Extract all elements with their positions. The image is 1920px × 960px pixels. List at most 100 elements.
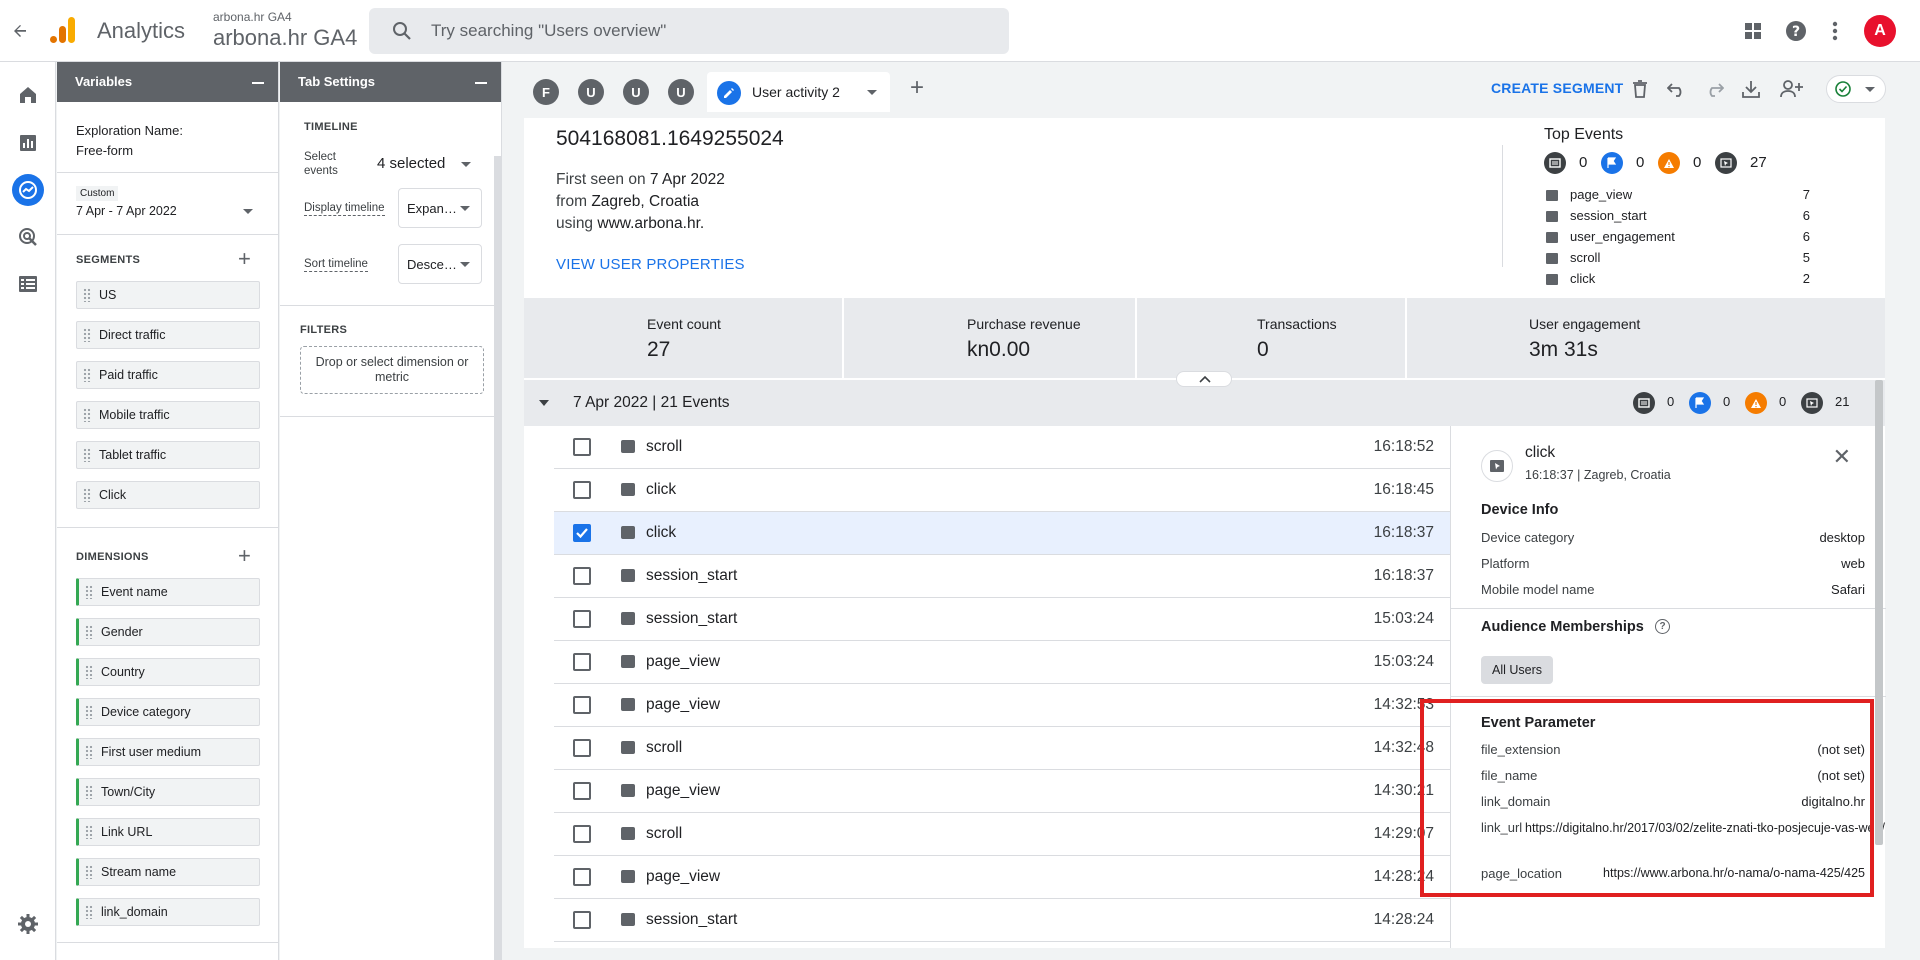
- property-name[interactable]: arbona.hr GA4: [213, 25, 357, 51]
- more-vert-icon[interactable]: [1822, 18, 1848, 44]
- details-scrollbar[interactable]: [1875, 380, 1883, 845]
- back-arrow-icon[interactable]: [6, 17, 34, 45]
- select-events-caret-icon[interactable]: [461, 162, 471, 167]
- search-input[interactable]: [431, 8, 991, 54]
- event-row[interactable]: scroll 14:29:07: [554, 813, 1450, 856]
- close-icon[interactable]: ✕: [1833, 446, 1851, 468]
- drag-handle-icon[interactable]: [85, 585, 93, 599]
- dimension-chip[interactable]: First user medium: [76, 738, 260, 766]
- tab-free-form[interactable]: F: [533, 79, 559, 105]
- event-checkbox[interactable]: [573, 739, 591, 757]
- apps-grid-icon[interactable]: [1740, 18, 1766, 44]
- add-dimension-icon[interactable]: +: [238, 545, 251, 567]
- event-row[interactable]: scroll 14:32:48: [554, 727, 1450, 770]
- dimension-chip[interactable]: Gender: [76, 618, 260, 646]
- add-segment-icon[interactable]: +: [238, 248, 251, 270]
- download-icon[interactable]: [1739, 77, 1763, 101]
- tab-user-activity-2[interactable]: User activity 2: [707, 72, 890, 112]
- dimension-chip[interactable]: link_domain: [76, 898, 260, 926]
- event-row[interactable]: page_view 14:28:24: [554, 856, 1450, 899]
- drag-handle-icon[interactable]: [83, 488, 91, 502]
- minimize-icon[interactable]: [252, 82, 264, 84]
- status-caret-icon[interactable]: [1865, 87, 1875, 92]
- event-checkbox[interactable]: [573, 438, 591, 456]
- advertising-icon[interactable]: [12, 221, 44, 253]
- settings-gear-icon[interactable]: [12, 908, 44, 940]
- drag-handle-icon[interactable]: [85, 705, 93, 719]
- event-checkbox[interactable]: [573, 610, 591, 628]
- reports-icon[interactable]: [12, 127, 44, 159]
- view-user-properties-link[interactable]: VIEW USER PROPERTIES: [556, 256, 745, 273]
- edit-pencil-icon[interactable]: [717, 81, 741, 105]
- drag-handle-icon[interactable]: [85, 825, 93, 839]
- tab-user-activity[interactable]: U: [578, 79, 604, 105]
- undo-icon[interactable]: [1665, 77, 1689, 101]
- collapse-summary-button[interactable]: [1176, 371, 1232, 387]
- home-icon[interactable]: [12, 79, 44, 111]
- event-row[interactable]: page_view 14:32:53: [554, 684, 1450, 727]
- search-box[interactable]: [369, 8, 1009, 54]
- add-tab-icon[interactable]: +: [902, 73, 932, 103]
- event-checkbox[interactable]: [573, 911, 591, 929]
- event-row[interactable]: session_start 14:28:24: [554, 899, 1450, 942]
- drag-handle-icon[interactable]: [83, 328, 91, 342]
- event-checkbox-checked[interactable]: [573, 524, 591, 542]
- dimension-chip[interactable]: Town/City: [76, 778, 260, 806]
- panel-scrollbar[interactable]: [494, 156, 502, 960]
- minimize-icon[interactable]: [475, 82, 487, 84]
- tab-user-activity[interactable]: U: [623, 79, 649, 105]
- date-range[interactable]: 7 Apr - 7 Apr 2022: [76, 204, 177, 218]
- property-account[interactable]: arbona.hr GA4: [213, 10, 292, 24]
- drag-handle-icon[interactable]: [85, 905, 93, 919]
- sort-timeline-caret-icon[interactable]: [460, 262, 470, 267]
- event-row[interactable]: click 16:18:45: [554, 469, 1450, 512]
- event-checkbox[interactable]: [573, 481, 591, 499]
- collapse-triangle-icon[interactable]: [539, 400, 549, 406]
- help-icon[interactable]: ?: [1655, 619, 1670, 634]
- segment-chip[interactable]: Mobile traffic: [76, 401, 260, 429]
- create-segment-button[interactable]: CREATE SEGMENT: [1491, 80, 1623, 96]
- drag-handle-icon[interactable]: [83, 408, 91, 422]
- segment-chip[interactable]: Click: [76, 481, 260, 509]
- date-dropdown-icon[interactable]: [243, 209, 253, 214]
- segment-chip[interactable]: Paid traffic: [76, 361, 260, 389]
- drag-handle-icon[interactable]: [85, 745, 93, 759]
- exploration-name-input[interactable]: Free-form: [76, 143, 133, 158]
- tab-user-activity[interactable]: U: [668, 79, 694, 105]
- event-row[interactable]: page_view 14:30:21: [554, 770, 1450, 813]
- drag-handle-icon[interactable]: [83, 448, 91, 462]
- event-checkbox[interactable]: [573, 825, 591, 843]
- event-row[interactable]: click 16:18:37: [554, 512, 1450, 555]
- filters-dropzone[interactable]: Drop or select dimension or metric: [300, 346, 484, 394]
- help-icon[interactable]: ?: [1783, 18, 1809, 44]
- redo-icon[interactable]: [1702, 77, 1726, 101]
- dimension-chip[interactable]: Device category: [76, 698, 260, 726]
- drag-handle-icon[interactable]: [85, 665, 93, 679]
- segment-chip[interactable]: Direct traffic: [76, 321, 260, 349]
- configure-list-icon[interactable]: [12, 268, 44, 300]
- display-timeline-caret-icon[interactable]: [460, 206, 470, 211]
- event-checkbox[interactable]: [573, 782, 591, 800]
- avatar[interactable]: A: [1864, 15, 1896, 47]
- event-row[interactable]: session_start 15:03:24: [554, 598, 1450, 641]
- drag-handle-icon[interactable]: [85, 625, 93, 639]
- audience-pill[interactable]: All Users: [1481, 656, 1554, 684]
- dimension-chip[interactable]: Stream name: [76, 858, 260, 886]
- event-checkbox[interactable]: [573, 868, 591, 886]
- event-checkbox[interactable]: [573, 653, 591, 671]
- explore-icon[interactable]: [12, 174, 44, 206]
- status-chip[interactable]: [1826, 75, 1886, 103]
- drag-handle-icon[interactable]: [83, 368, 91, 382]
- event-checkbox[interactable]: [573, 696, 591, 714]
- segment-chip[interactable]: US: [76, 281, 260, 309]
- tab-menu-caret-icon[interactable]: [867, 90, 877, 95]
- select-events-dropdown[interactable]: 4 selected: [377, 155, 445, 172]
- dimension-chip[interactable]: Event name: [76, 578, 260, 606]
- delete-icon[interactable]: [1628, 77, 1652, 101]
- drag-handle-icon[interactable]: [83, 288, 91, 302]
- event-row[interactable]: page_view 15:03:24: [554, 641, 1450, 684]
- event-checkbox[interactable]: [573, 567, 591, 585]
- event-row[interactable]: scroll 16:18:52: [554, 426, 1450, 469]
- dimension-chip[interactable]: Country: [76, 658, 260, 686]
- event-row[interactable]: session_start 16:18:37: [554, 555, 1450, 598]
